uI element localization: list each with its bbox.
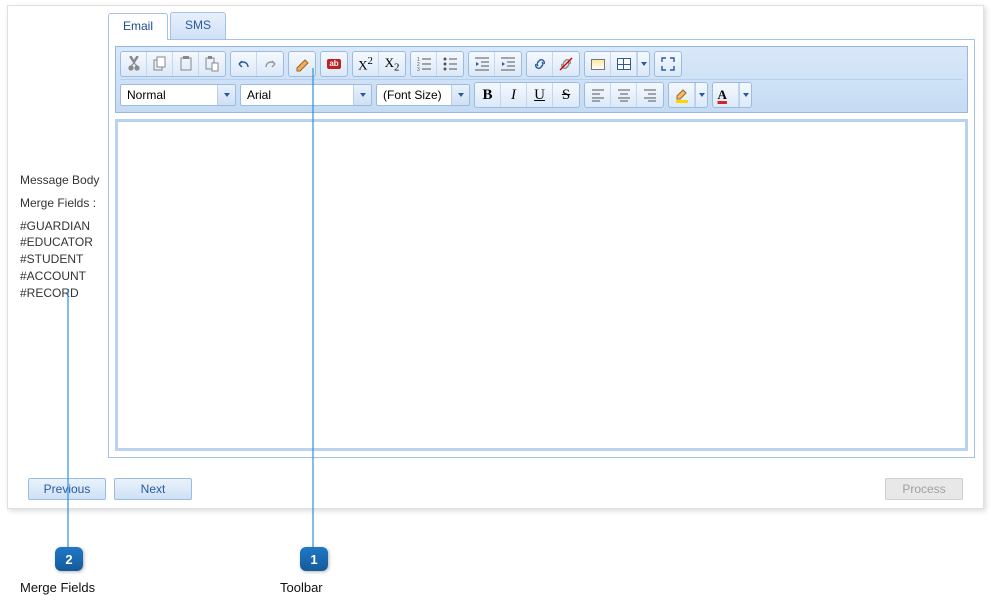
indent-group [468, 51, 522, 77]
table-dropdown[interactable] [637, 52, 649, 76]
insert-image-button[interactable] [585, 52, 611, 76]
redo-button[interactable] [257, 52, 283, 76]
undo-button[interactable] [231, 52, 257, 76]
callout-label-merge: Merge Fields [20, 580, 95, 595]
insert-link-button[interactable] [527, 52, 553, 76]
font-size-select[interactable]: (Font Size) [376, 84, 470, 106]
remove-link-button[interactable] [553, 52, 579, 76]
previous-button[interactable]: Previous [28, 478, 106, 500]
paste-button[interactable] [173, 52, 199, 76]
spellcheck-button[interactable]: ab [321, 52, 347, 76]
indent-button[interactable] [495, 52, 521, 76]
font-family-select[interactable]: Arial [240, 84, 372, 106]
ordered-list-button[interactable]: 123 [411, 52, 437, 76]
merge-field: #STUDENT [20, 251, 108, 268]
paragraph-style-value: Normal [121, 88, 217, 102]
font-size-value: (Font Size) [377, 88, 451, 102]
editor-textarea[interactable] [115, 119, 968, 451]
align-left-button[interactable] [585, 83, 611, 107]
font-family-value: Arial [241, 88, 353, 102]
undo-redo-group [230, 51, 284, 77]
clipboard-group [120, 51, 226, 77]
merge-fields-list: #GUARDIAN #EDUCATOR #STUDENT #ACCOUNT #R… [20, 218, 108, 302]
superscript-button[interactable]: X2 [353, 52, 379, 76]
callout-badge-1: 1 [300, 547, 328, 571]
fontcolor-group: A [712, 82, 752, 108]
fullscreen-button[interactable] [655, 52, 681, 76]
chevron-down-icon [451, 85, 469, 105]
highlight-group [668, 82, 708, 108]
align-center-button[interactable] [611, 83, 637, 107]
outdent-button[interactable] [469, 52, 495, 76]
underline-button[interactable]: U [527, 83, 553, 107]
align-right-button[interactable] [637, 83, 663, 107]
insert-table-button[interactable] [611, 52, 637, 76]
align-group [584, 82, 664, 108]
table-icon [617, 58, 631, 70]
paste-special-button[interactable] [199, 52, 225, 76]
svg-text:3: 3 [417, 67, 420, 72]
style-group: B I U S [474, 82, 580, 108]
unordered-list-button[interactable] [437, 52, 463, 76]
editor-toolbar: ab X2 X2 [115, 46, 968, 113]
callout-label-toolbar: Toolbar [280, 580, 323, 595]
insert-group [584, 51, 650, 77]
fontcolor-icon: A [718, 87, 734, 103]
sidebar: Message Body Merge Fields : #GUARDIAN #E… [16, 12, 108, 502]
callout-badge-2: 2 [55, 547, 83, 571]
chevron-down-icon [353, 85, 371, 105]
clear-group [288, 51, 316, 77]
merge-field: #EDUCATOR [20, 234, 108, 251]
merge-fields-label: Merge Fields : [20, 195, 108, 212]
strikethrough-button[interactable]: S [553, 83, 579, 107]
image-icon [591, 59, 605, 70]
process-button[interactable]: Process [885, 478, 963, 500]
editor-panel: ab X2 X2 [108, 39, 975, 458]
chevron-down-icon [217, 85, 235, 105]
highlight-dropdown[interactable] [695, 83, 707, 107]
cut-button[interactable] [121, 52, 147, 76]
message-body-label: Message Body [20, 172, 108, 189]
tab-email[interactable]: Email [108, 13, 168, 40]
highlight-icon [674, 87, 690, 103]
bold-button[interactable]: B [475, 83, 501, 107]
merge-field: #ACCOUNT [20, 268, 108, 285]
fontcolor-dropdown[interactable] [739, 83, 751, 107]
list-group: 123 [410, 51, 464, 77]
italic-button[interactable]: I [501, 83, 527, 107]
merge-field: #GUARDIAN [20, 218, 108, 235]
spellcheck-group: ab [320, 51, 348, 77]
subscript-button[interactable]: X2 [379, 52, 405, 76]
main-panel: Message Body Merge Fields : #GUARDIAN #E… [7, 5, 984, 509]
fullscreen-group [654, 51, 682, 77]
fontcolor-button[interactable]: A [713, 83, 739, 107]
copy-button[interactable] [147, 52, 173, 76]
highlight-button[interactable] [669, 83, 695, 107]
clear-format-button[interactable] [289, 52, 315, 76]
link-group [526, 51, 580, 77]
tab-strip: Email SMS [108, 12, 975, 39]
merge-field: #RECORD [20, 285, 108, 302]
next-button[interactable]: Next [114, 478, 192, 500]
tab-sms[interactable]: SMS [170, 12, 226, 39]
paragraph-style-select[interactable]: Normal [120, 84, 236, 106]
spellcheck-icon: ab [327, 59, 340, 69]
script-group: X2 X2 [352, 51, 406, 77]
